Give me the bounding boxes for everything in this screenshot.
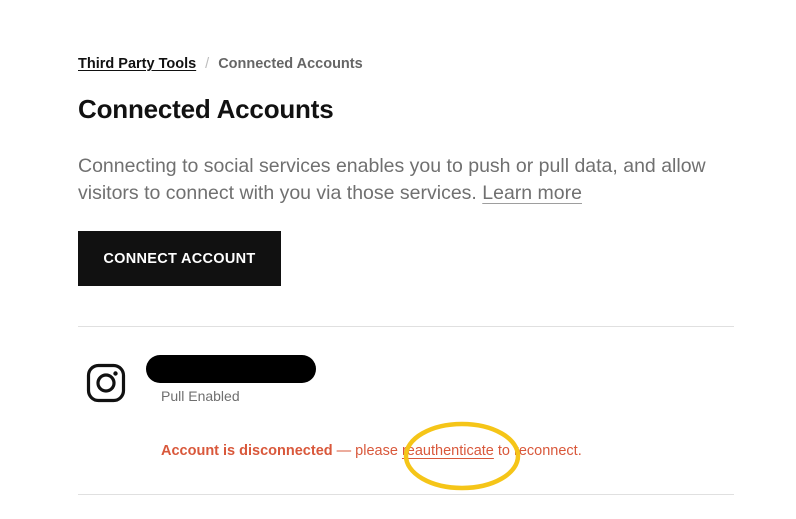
connected-accounts-page: Third Party Tools / Connected Accounts C… (78, 0, 734, 519)
learn-more-link[interactable]: Learn more (482, 182, 582, 204)
instagram-icon (86, 363, 126, 403)
breadcrumb-current: Connected Accounts (218, 56, 363, 72)
divider (78, 326, 734, 327)
account-name-redaction (146, 355, 316, 383)
account-error-message: Account is disconnected — please reauthe… (161, 443, 582, 459)
error-suffix: to reconnect. (493, 443, 582, 459)
description-text: Connecting to social services enables yo… (78, 155, 706, 204)
connect-account-button[interactable]: CONNECT ACCOUNT (78, 231, 281, 286)
error-prefix: — please (332, 443, 402, 459)
account-status: Pull Enabled (161, 388, 240, 404)
reauthenticate-link[interactable]: reauthenticate (402, 443, 494, 459)
breadcrumb-separator: / (205, 56, 210, 72)
divider (78, 494, 734, 495)
error-title: Account is disconnected (161, 443, 333, 459)
page-description: Connecting to social services enables yo… (78, 153, 718, 207)
breadcrumb: Third Party Tools / Connected Accounts (78, 56, 363, 72)
page-title: Connected Accounts (78, 94, 334, 124)
breadcrumb-third-party-tools-link[interactable]: Third Party Tools (78, 56, 196, 72)
